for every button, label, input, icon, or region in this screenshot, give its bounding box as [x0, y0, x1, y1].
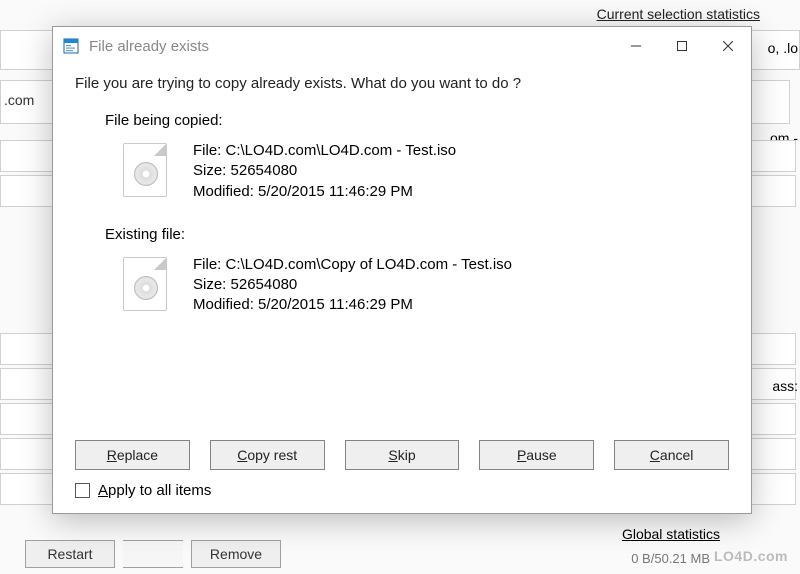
global-stats-heading: Global statistics: [622, 526, 720, 542]
copy-rest-button[interactable]: Copy rest: [210, 440, 325, 470]
replace-button[interactable]: Replace: [75, 440, 190, 470]
file-modified-row: Modified: 5/20/2015 11:46:29 PM: [193, 182, 456, 202]
existing-file-block: File: C:\LO4D.com\Copy of LO4D.com - Tes…: [123, 255, 729, 316]
existing-file-label: Existing file:: [105, 226, 729, 243]
apply-all-checkbox[interactable]: [75, 483, 90, 498]
restart-button[interactable]: Restart: [25, 540, 115, 568]
size-label: Size:: [193, 162, 226, 179]
bg-text-frag: o, .lo: [768, 40, 798, 56]
stats-heading: Current selection statistics: [597, 6, 760, 22]
titlebar[interactable]: File already exists: [53, 27, 751, 65]
bg-button-frag[interactable]: [123, 540, 183, 568]
file-size-row: Size: 52654080: [193, 275, 512, 295]
cancel-button[interactable]: Cancel: [614, 440, 729, 470]
being-copied-label: File being copied:: [105, 112, 729, 129]
skip-button[interactable]: Skip: [345, 440, 460, 470]
iso-file-icon: [123, 143, 167, 197]
apply-all-row[interactable]: Apply to all items: [75, 482, 729, 499]
file-path-row: File: C:\LO4D.com\LO4D.com - Test.iso: [193, 141, 456, 161]
being-copied-block: File: C:\LO4D.com\LO4D.com - Test.iso Si…: [123, 141, 729, 202]
global-stats-value: 0 B/50.21 MB: [631, 551, 710, 566]
file-size: 52654080: [231, 276, 298, 293]
file-label: File:: [193, 142, 221, 159]
remove-button[interactable]: Remove: [191, 540, 281, 568]
file-modified-row: Modified: 5/20/2015 11:46:29 PM: [193, 295, 512, 315]
file-label: File:: [193, 256, 221, 273]
file-exists-dialog: File already exists File you are trying …: [52, 26, 752, 514]
apply-all-label: pply to all items: [108, 482, 211, 499]
iso-file-icon: [123, 257, 167, 311]
file-modified: 5/20/2015 11:46:29 PM: [258, 296, 413, 313]
maximize-button[interactable]: [659, 28, 705, 64]
watermark: LO4D.com: [714, 548, 788, 564]
app-icon: [63, 38, 79, 54]
prompt-text: File you are trying to copy already exis…: [75, 75, 729, 92]
file-path-row: File: C:\LO4D.com\Copy of LO4D.com - Tes…: [193, 255, 512, 275]
file-path: C:\LO4D.com\LO4D.com - Test.iso: [226, 142, 457, 159]
size-label: Size:: [193, 276, 226, 293]
file-modified: 5/20/2015 11:46:29 PM: [258, 183, 413, 200]
close-button[interactable]: [705, 28, 751, 64]
file-path: C:\LO4D.com\Copy of LO4D.com - Test.iso: [226, 256, 513, 273]
bg-text-frag: ass:: [772, 378, 798, 394]
modified-label: Modified:: [193, 183, 254, 200]
modified-label: Modified:: [193, 296, 254, 313]
dialog-title: File already exists: [89, 38, 209, 55]
pause-button[interactable]: Pause: [479, 440, 594, 470]
file-size-row: Size: 52654080: [193, 161, 456, 181]
bg-label: .com: [4, 92, 34, 108]
button-row: Replace Copy rest Skip Pause Cancel: [75, 440, 729, 470]
file-size: 52654080: [231, 162, 298, 179]
minimize-button[interactable]: [613, 28, 659, 64]
